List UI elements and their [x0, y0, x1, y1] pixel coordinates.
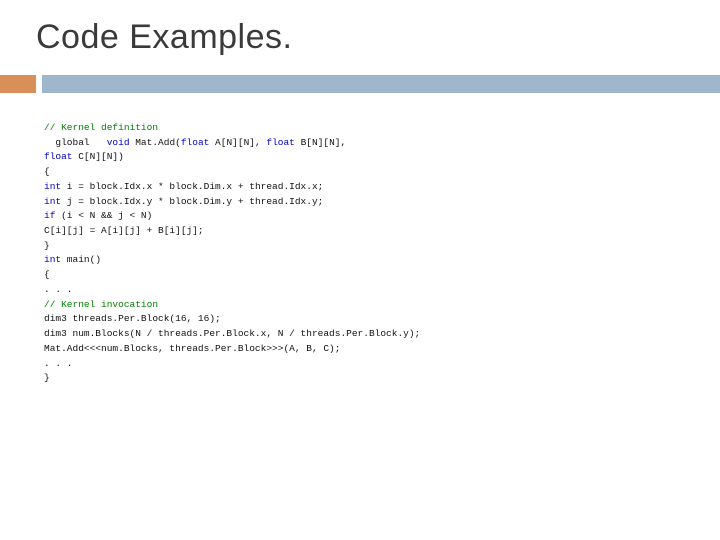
code-brace: }	[44, 372, 50, 383]
code-text: (i < N && j < N)	[55, 210, 152, 221]
code-text: . . .	[44, 358, 73, 369]
code-text: main()	[61, 254, 101, 265]
code-line: global	[44, 137, 107, 148]
code-text: C[i][j] = A[i][j] + B[i][j];	[44, 225, 204, 236]
code-type: int	[44, 196, 61, 207]
code-text: A[N][N],	[209, 137, 266, 148]
code-text: j = block.Idx.y * block.Dim.y + thread.I…	[61, 196, 323, 207]
code-brace: {	[44, 269, 50, 280]
code-comment: // Kernel definition	[44, 122, 158, 133]
divider-accent-orange	[0, 75, 36, 93]
code-text: C[N][N])	[73, 151, 124, 162]
code-type: float	[266, 137, 295, 148]
code-type: float	[44, 151, 73, 162]
code-example-block: // Kernel definition global void Mat.Add…	[44, 121, 720, 386]
divider-accent-blue	[42, 75, 720, 93]
code-keyword: if	[44, 210, 55, 221]
code-text: B[N][N],	[295, 137, 346, 148]
code-text: dim3 threads.Per.Block(16, 16);	[44, 313, 221, 324]
slide-title: Code Examples.	[36, 18, 720, 57]
code-comment: // Kernel invocation	[44, 299, 158, 310]
code-text: . . .	[44, 284, 73, 295]
code-type: int	[44, 254, 61, 265]
code-keyword: void	[107, 137, 130, 148]
code-text: Mat.Add<<<num.Blocks, threads.Per.Block>…	[44, 343, 340, 354]
code-text: dim3 num.Blocks(N / threads.Per.Block.x,…	[44, 328, 420, 339]
slide-container: Code Examples. // Kernel definition glob…	[0, 0, 720, 540]
code-brace: {	[44, 166, 50, 177]
title-divider	[0, 75, 720, 93]
code-text: Mat.Add(	[130, 137, 181, 148]
code-type: float	[181, 137, 210, 148]
code-brace: }	[44, 240, 50, 251]
code-text: i = block.Idx.x * block.Dim.x + thread.I…	[61, 181, 323, 192]
code-type: int	[44, 181, 61, 192]
